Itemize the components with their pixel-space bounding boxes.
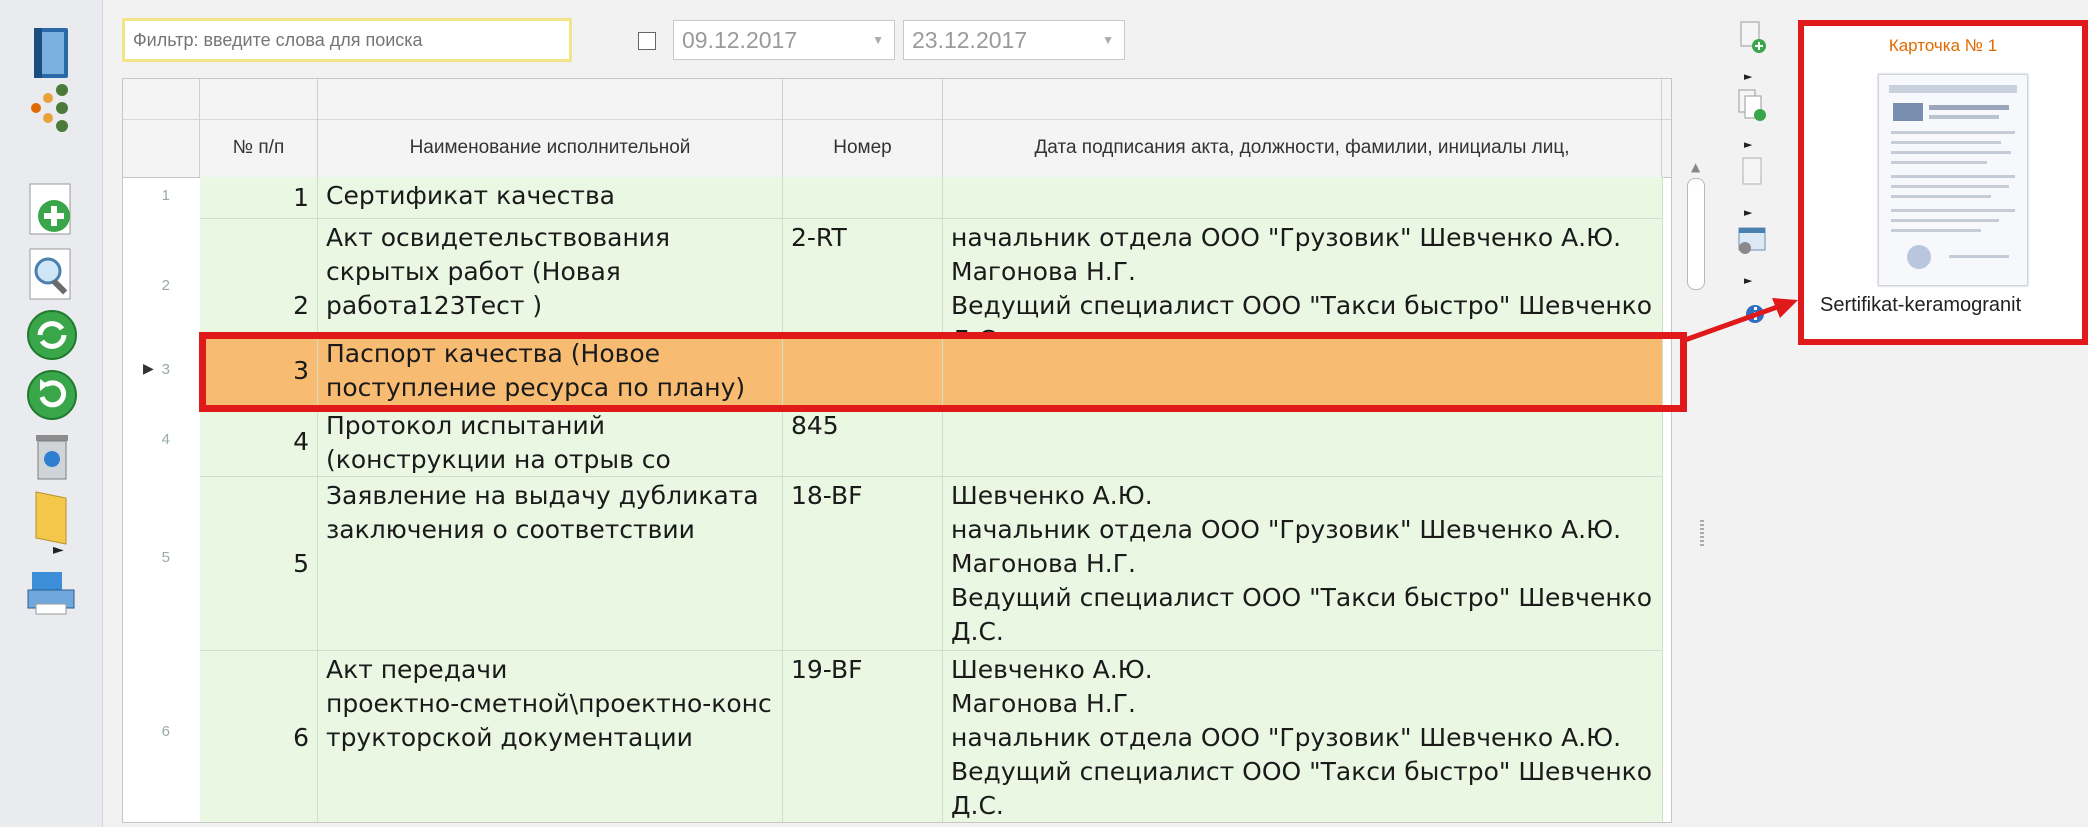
splitter-grip[interactable] — [1700, 520, 1704, 548]
date-to-field[interactable]: 23.12.2017 ▼ — [903, 20, 1125, 60]
date-from-field[interactable]: 09.12.2017 ▼ — [673, 20, 895, 60]
table-row[interactable]: 4 4 Протокол испытаний (конструкции на о… — [123, 407, 1663, 477]
certificate-thumbnail[interactable] — [1878, 74, 2028, 286]
copy-doc-icon[interactable] — [1735, 88, 1769, 122]
search-input[interactable] — [122, 18, 572, 62]
col-header-num[interactable]: № п/п — [200, 123, 317, 173]
col-header-name[interactable]: Наименование исполнительной — [318, 123, 782, 173]
cell-name[interactable]: Протокол испытаний (конструкции на отрыв… — [318, 407, 783, 477]
row-number: 6 — [161, 723, 170, 740]
cell-date[interactable]: Шевченко А.Ю. начальник отдела ООО "Груз… — [943, 477, 1663, 651]
card-title: Карточка № 1 — [1888, 36, 1998, 55]
cell-number[interactable]: 18-BF — [783, 477, 943, 651]
add-icon[interactable] — [22, 180, 82, 240]
table-row[interactable]: 1 1 Сертификат качества — [123, 177, 1663, 219]
book-icon[interactable] — [22, 24, 82, 84]
cell-number[interactable]: 19-BF — [783, 651, 943, 822]
cell-date[interactable] — [943, 407, 1663, 477]
row-number: 1 — [161, 187, 170, 204]
reload-icon[interactable] — [22, 365, 82, 425]
cell-num[interactable]: 1 — [200, 177, 318, 219]
right-toolbar — [1720, 0, 1780, 827]
arrow-annotation — [1684, 298, 1798, 343]
menu-arrow-icon[interactable]: ► — [1744, 206, 1752, 219]
row-number: 3 — [161, 361, 170, 378]
documents-grid: № п/п Наименование исполнительной Номер … — [122, 78, 1672, 823]
cell-name[interactable]: Сертификат качества — [318, 177, 783, 219]
date-from-value: 09.12.2017 — [682, 27, 798, 53]
menu-arrow-icon[interactable]: ► — [1744, 138, 1752, 151]
folder-icon[interactable] — [22, 488, 82, 548]
card-caption: Sertifikat-keramogranit — [1820, 294, 2022, 316]
scroll-up-arrow-icon[interactable]: ▲ — [1691, 160, 1700, 174]
cell-date[interactable]: Шевченко А.Ю. Магонова Н.Г. начальник от… — [943, 651, 1663, 822]
add-doc-icon[interactable] — [1735, 20, 1769, 54]
table-row[interactable]: 6 6 Акт передачи проектно-сметной\проект… — [123, 651, 1663, 822]
table-row[interactable]: 5 5 Заявление на выдачу дубликата заключ… — [123, 477, 1663, 651]
col-header-number[interactable]: Номер — [783, 123, 942, 173]
document-card-panel[interactable]: Карточка № 1 Sertifikat-keramogranit — [1798, 20, 2088, 345]
col-header-date[interactable]: Дата подписания акта, должности, фамилии… — [943, 123, 1661, 173]
header-divider — [123, 119, 1671, 120]
folder-menu-arrow-icon[interactable]: ► — [53, 542, 64, 558]
row-number: 5 — [161, 549, 170, 566]
cell-number[interactable]: 845 — [783, 407, 943, 477]
header-separator — [1661, 79, 1662, 177]
selected-row-highlight — [199, 332, 1687, 412]
doc-icon[interactable] — [1735, 156, 1769, 190]
dots-icon[interactable] — [22, 80, 82, 140]
cell-num[interactable]: 5 — [200, 477, 318, 651]
row-number: 2 — [161, 277, 170, 294]
row-number: 4 — [161, 431, 170, 448]
search-doc-icon[interactable] — [22, 245, 82, 305]
printer-icon[interactable] — [22, 560, 82, 620]
chevron-down-icon[interactable]: ▼ — [1102, 33, 1114, 47]
cell-number[interactable] — [783, 177, 943, 219]
date-to-value: 23.12.2017 — [912, 27, 1028, 53]
menu-arrow-icon[interactable]: ► — [1744, 70, 1752, 83]
chevron-down-icon[interactable]: ▼ — [872, 33, 884, 47]
date-filter-checkbox[interactable] — [638, 32, 656, 50]
cell-num[interactable]: 4 — [200, 407, 318, 477]
cell-num[interactable]: 6 — [200, 651, 318, 822]
settings-window-icon[interactable] — [1735, 224, 1769, 258]
cell-name[interactable]: Акт передачи проектно-сметной\проектно-к… — [318, 651, 783, 822]
recycle-bin-icon[interactable] — [22, 425, 82, 485]
cell-date[interactable] — [943, 177, 1663, 219]
left-toolbar: ► — [0, 0, 103, 827]
refresh-icon[interactable] — [22, 305, 82, 365]
cell-name[interactable]: Заявление на выдачу дубликата заключения… — [318, 477, 783, 651]
